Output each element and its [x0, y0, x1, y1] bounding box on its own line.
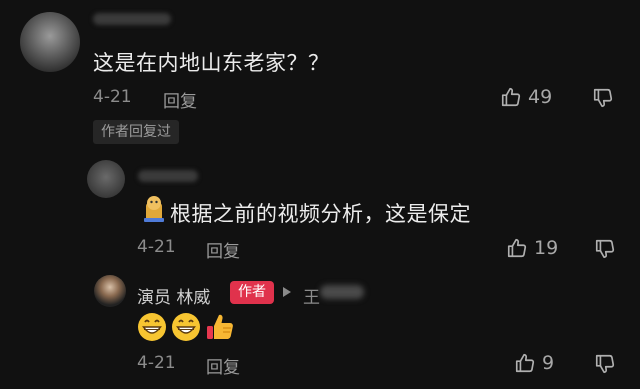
comment-date: 4-21 — [93, 87, 132, 107]
author-replied-tag: 作者回复过 — [93, 120, 179, 144]
author-badge: 作者 — [230, 281, 274, 304]
thumbs-down-icon — [595, 354, 615, 374]
grinning-face-icon — [172, 313, 200, 341]
dislike-button[interactable] — [594, 353, 616, 375]
like-button[interactable]: 9 — [514, 352, 554, 374]
comment-text: 这是在内地山东老家？？ — [93, 51, 330, 75]
doge-sticker-icon — [144, 196, 164, 222]
thumbs-down-icon — [595, 239, 615, 259]
commenter-name-blurred[interactable] — [93, 13, 171, 25]
reply-button[interactable]: 回复 — [163, 87, 197, 112]
author-avatar[interactable] — [94, 275, 126, 307]
comment-thread: 这是在内地山东老家？？ 4-21 回复 49 作者回复过 根据之前的视频分析，这… — [0, 0, 640, 389]
reply-arrow-icon — [283, 287, 291, 297]
thumbs-down-icon — [593, 88, 613, 108]
grinning-face-icon — [138, 313, 166, 341]
like-count: 49 — [528, 86, 553, 108]
commenter-avatar[interactable] — [20, 12, 80, 72]
reply-text: 根据之前的视频分析，这是保定 — [170, 202, 471, 226]
reply-target-name[interactable]: 王 — [303, 283, 320, 308]
author-name[interactable]: 演员 林威 — [137, 283, 210, 308]
replier-name-blurred[interactable] — [138, 170, 198, 182]
thumbs-up-emoji-icon — [207, 314, 233, 339]
author-reply-date: 4-21 — [137, 353, 176, 373]
reply-button[interactable]: 回复 — [206, 353, 240, 378]
reply-date: 4-21 — [137, 237, 176, 257]
like-count: 19 — [534, 237, 559, 259]
like-count: 9 — [542, 352, 555, 374]
like-button[interactable]: 19 — [506, 237, 558, 259]
thumbs-up-icon — [507, 238, 527, 258]
like-button[interactable]: 49 — [500, 86, 552, 108]
replier-avatar[interactable] — [87, 160, 125, 198]
reply-target-name-blurred — [320, 285, 364, 299]
reply-button[interactable]: 回复 — [206, 237, 240, 262]
thumbs-up-icon — [501, 87, 521, 107]
thumbs-up-icon — [515, 353, 535, 373]
dislike-button[interactable] — [594, 238, 616, 260]
dislike-button[interactable] — [592, 87, 614, 109]
